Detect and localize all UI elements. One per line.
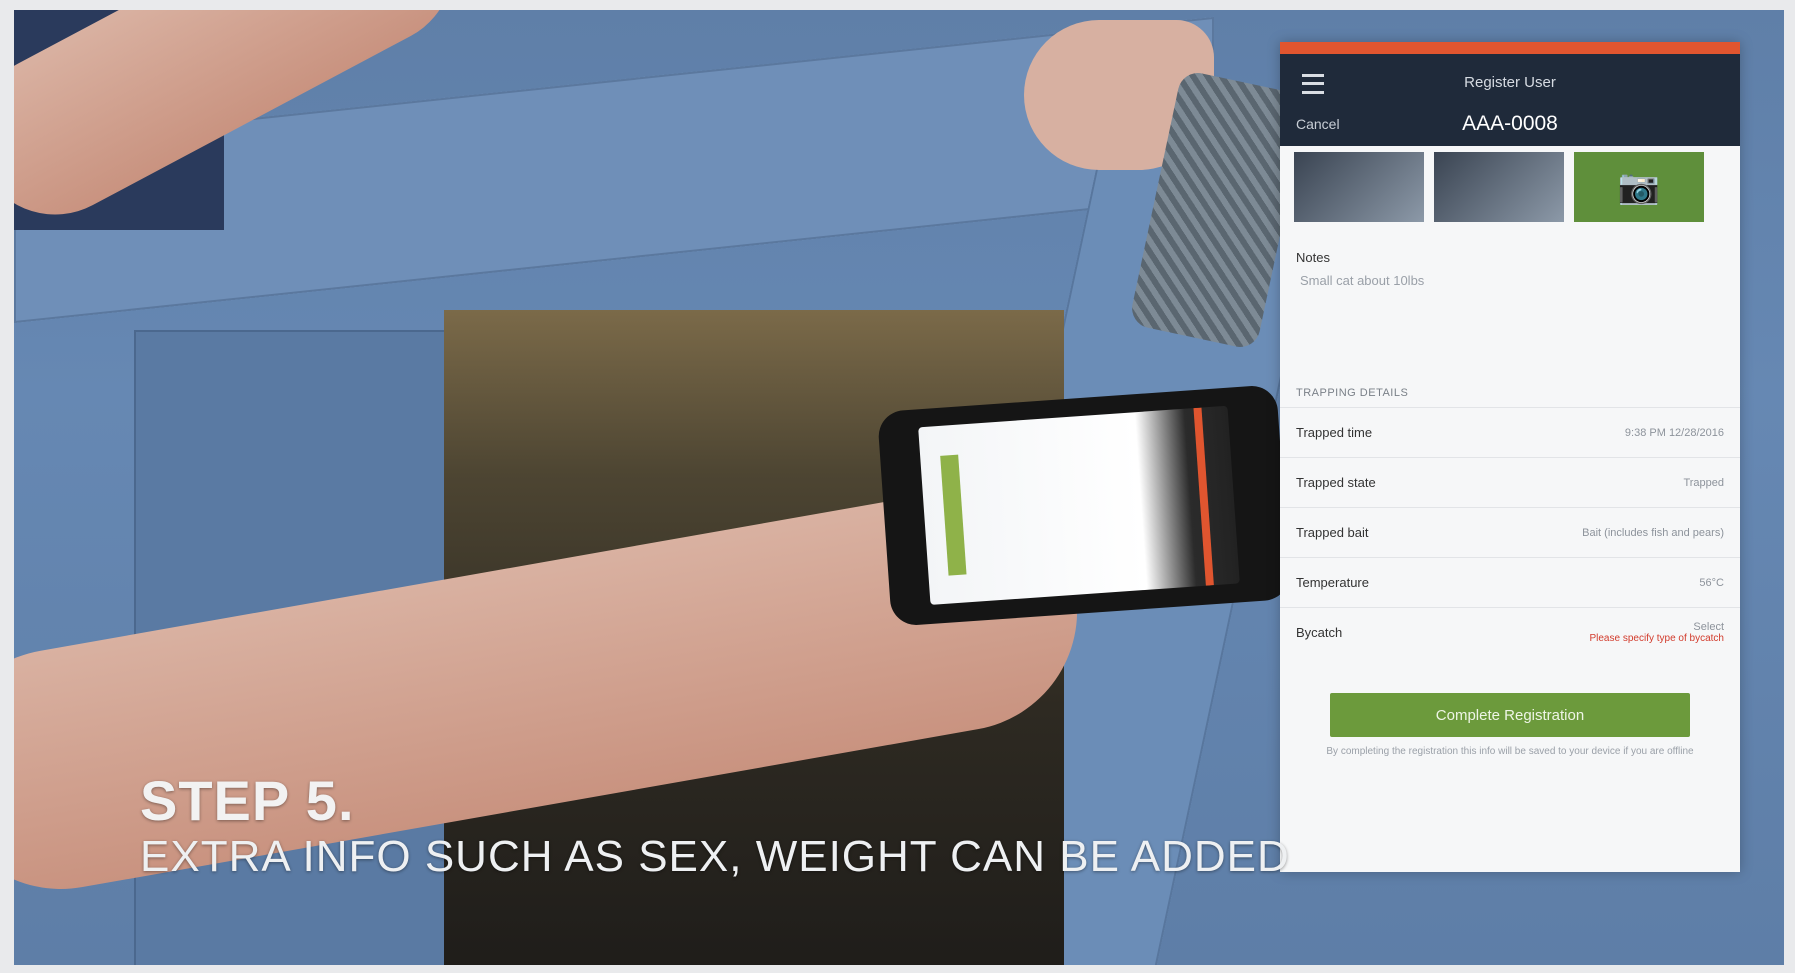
- phone-screen: [918, 405, 1240, 605]
- phone-screen-button: [940, 454, 967, 576]
- status-bar: [1280, 42, 1740, 54]
- camera-plus-icon[interactable]: 📷: [1574, 152, 1704, 222]
- page-title: Register User: [1464, 74, 1556, 91]
- row-label: Bycatch: [1296, 625, 1343, 640]
- row-label: Trapped time: [1296, 425, 1373, 440]
- photo-thumbnail[interactable]: [1434, 152, 1564, 222]
- detail-row-bycatch[interactable]: Bycatch Select Please specify type of by…: [1280, 607, 1740, 657]
- row-value: Bait (includes fish and pears): [1582, 526, 1724, 539]
- row-value: 9:38 PM 12/28/2016: [1624, 426, 1724, 439]
- detail-row-trapped-bait[interactable]: Trapped bait Bait (includes fish and pea…: [1280, 507, 1740, 557]
- notes-field[interactable]: Small cat about 10lbs: [1280, 269, 1740, 387]
- row-value: Trapped: [1683, 476, 1724, 489]
- app-screenshot-overlay: Register User Cancel AAA-0008 📷 Notes Sm…: [1280, 42, 1740, 872]
- row-label: Temperature: [1296, 575, 1369, 590]
- row-value-group: Select Please specify type of bycatch: [1589, 621, 1724, 644]
- notes-label: Notes: [1296, 250, 1330, 265]
- photo-thumbnail[interactable]: [1294, 152, 1424, 222]
- disclaimer-text: By completing the registration this info…: [1326, 746, 1694, 757]
- section-title: Trapping details: [1296, 387, 1409, 399]
- app-header: Register User Cancel AAA-0008: [1280, 54, 1740, 146]
- row-value: Select: [1693, 621, 1724, 633]
- detail-row-trapped-time[interactable]: Trapped time 9:38 PM 12/28/2016: [1280, 407, 1740, 457]
- detail-row-trapped-state[interactable]: Trapped state Trapped: [1280, 457, 1740, 507]
- complete-registration-button[interactable]: Complete Registration: [1330, 693, 1690, 737]
- row-label: Trapped bait: [1296, 525, 1369, 540]
- photo-strip: 📷: [1280, 146, 1740, 228]
- step-caption: STEP 5.: [140, 769, 355, 832]
- row-label: Trapped state: [1296, 475, 1376, 490]
- phone-in-hand: [876, 384, 1292, 627]
- validation-warning: Please specify type of bycatch: [1589, 633, 1724, 644]
- step-description: EXTRA INFO SUCH AS SEX, WEIGHT CAN BE AD…: [140, 832, 1290, 881]
- detail-row-temperature[interactable]: Temperature 56°C: [1280, 557, 1740, 607]
- tag-id: AAA-0008: [1462, 112, 1558, 135]
- row-value: 56°C: [1699, 576, 1724, 589]
- phone-status-bar: [1193, 407, 1214, 586]
